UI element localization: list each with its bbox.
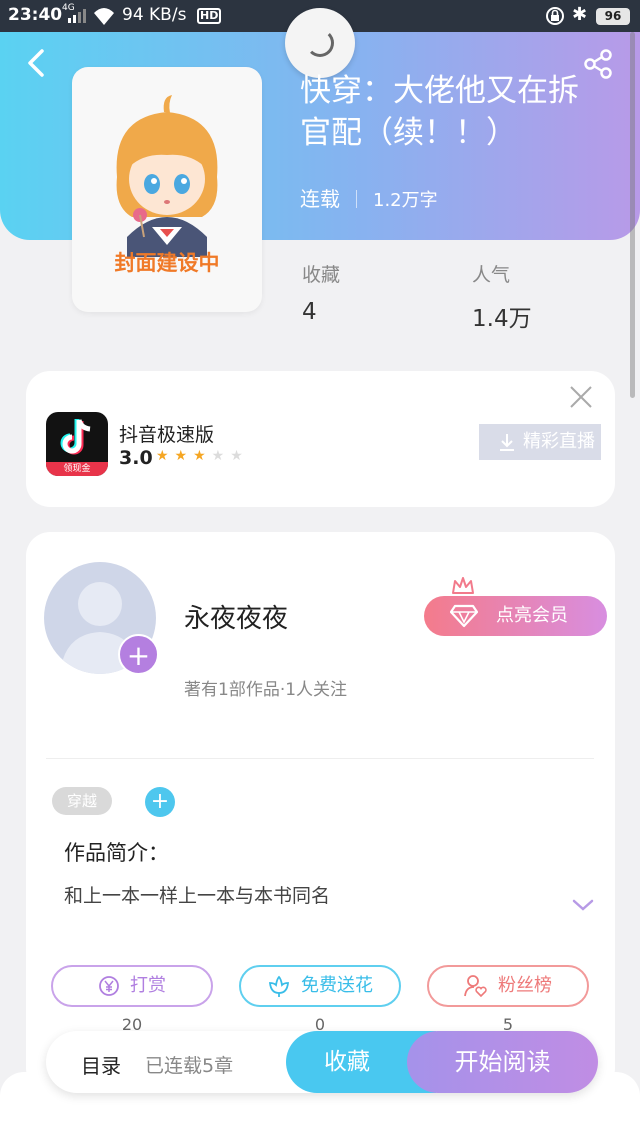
crown-icon	[452, 577, 474, 594]
fan-ranking-button[interactable]: 粉丝榜	[427, 965, 589, 1007]
genre-tag[interactable]: 穿越	[52, 787, 112, 815]
network-speed: 94 KB/s	[122, 5, 187, 25]
close-icon[interactable]	[569, 385, 593, 409]
intro-heading: 作品简介：	[64, 841, 169, 865]
fan-ranking-label: 粉丝榜	[498, 975, 552, 996]
chevron-down-icon[interactable]	[572, 898, 594, 912]
add-tag-button[interactable]: +	[145, 787, 175, 817]
yen-coin-icon	[99, 976, 119, 996]
bluetooth-icon: ✱	[572, 4, 588, 25]
diamond-icon	[450, 604, 478, 628]
tiktok-logo-icon	[60, 419, 91, 455]
word-count: 1.2万字	[373, 190, 438, 211]
app-icon[interactable]: 领现金	[46, 412, 108, 476]
loading-spinner-icon	[285, 8, 355, 78]
send-flower-label: 免费送花	[301, 975, 373, 996]
book-cover[interactable]: 封面建设中	[72, 67, 262, 312]
battery-indicator: 96	[596, 8, 630, 25]
download-icon	[500, 434, 514, 451]
meta-divider	[356, 190, 357, 208]
rating-stars: ★★★★★	[156, 448, 249, 464]
cover-illustration	[116, 95, 218, 257]
cover-placeholder-text: 封面建设中	[114, 251, 220, 275]
scrollbar[interactable]	[630, 32, 635, 398]
stat-popularity-value: 1.4万	[472, 306, 532, 332]
ad-rating: 3.0	[119, 447, 153, 469]
book-meta: 连载 1.2万字	[300, 183, 438, 212]
intro-text: 和上一本一样上一本与本书同名	[64, 885, 331, 907]
app-icon-badge: 领现金	[46, 462, 108, 476]
author-name[interactable]: 永夜夜夜	[184, 598, 288, 635]
start-reading-button[interactable]: 开始阅读	[407, 1031, 598, 1093]
chevron-left-icon[interactable]	[22, 46, 52, 80]
serial-status: 连载	[300, 187, 340, 211]
chapter-status[interactable]: 已连载5章	[145, 1051, 233, 1078]
status-time: 23:40	[8, 5, 63, 25]
book-title: 快穿：大佬他又在拆官配（续！！）	[300, 73, 579, 151]
reward-label: 打赏	[130, 975, 166, 996]
stat-favorites-value: 4	[302, 299, 317, 325]
user-heart-icon	[464, 975, 487, 998]
follow-author-button[interactable]: +	[118, 634, 159, 675]
reward-button[interactable]: 打赏	[51, 965, 213, 1007]
send-flower-button[interactable]: 免费送花	[239, 965, 401, 1007]
stat-favorites-label: 收藏	[302, 264, 341, 286]
ad-action-label: 精彩直播	[523, 431, 595, 452]
hd-icon: HD	[197, 8, 222, 24]
section-divider	[46, 758, 594, 759]
stat-popularity-label: 人气	[472, 264, 511, 286]
signal-icon	[68, 9, 86, 23]
wifi-icon	[94, 8, 114, 25]
rotation-lock-icon	[546, 7, 564, 25]
author-info: 著有1部作品·1人关注	[184, 680, 348, 700]
table-of-contents-button[interactable]: 目录	[81, 1050, 121, 1079]
ad-app-name: 抖音极速版	[119, 424, 215, 446]
flower-icon	[269, 975, 289, 997]
ad-action-button[interactable]: 精彩直播	[479, 424, 601, 460]
